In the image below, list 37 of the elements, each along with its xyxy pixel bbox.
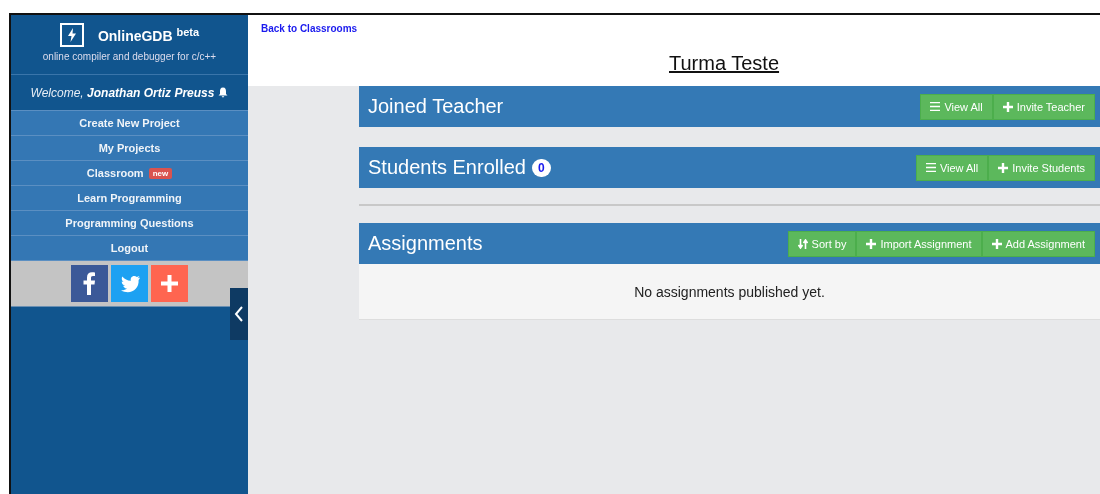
action-button[interactable]: Sort by: [787, 230, 857, 257]
action-button[interactable]: Import Assignment: [856, 230, 982, 257]
logo-name[interactable]: OnlineGDB $^{beta}$: [97, 26, 200, 44]
collapse-tab[interactable]: [230, 288, 248, 340]
plus-icon: [866, 238, 877, 249]
nav-item[interactable]: My Projects: [11, 135, 248, 160]
list-icon: [930, 102, 941, 111]
back-link[interactable]: Back to Classrooms: [261, 23, 358, 34]
action-button[interactable]: Invite Teacher: [992, 93, 1095, 120]
new-badge: new: [148, 167, 173, 179]
page-title: Turma Teste: [669, 52, 780, 75]
nav-item[interactable]: Learn Programming: [11, 185, 248, 210]
logo-icon: [59, 23, 84, 47]
panel-title: Students Enrolled: [368, 156, 526, 179]
plus-icon[interactable]: [151, 265, 188, 302]
empty-message: No assignments published yet.: [634, 283, 825, 300]
twitter-icon[interactable]: [111, 265, 148, 302]
action-button[interactable]: Add Assignment: [981, 230, 1095, 257]
action-button[interactable]: Invite Students: [988, 154, 1095, 181]
welcome-text: Welcome, Jonathan Ortiz Preuss: [30, 85, 215, 100]
sort-icon: [797, 238, 808, 249]
action-button[interactable]: View All: [915, 154, 989, 181]
facebook-icon[interactable]: [71, 265, 108, 302]
plus-icon: [998, 162, 1009, 173]
action-button[interactable]: View All: [920, 93, 993, 120]
nav-item[interactable]: Classroom new: [11, 160, 248, 185]
panel-title: Assignments: [368, 232, 483, 255]
plus-icon: [991, 238, 1002, 249]
list-icon: [925, 163, 936, 172]
count-badge: 0: [531, 158, 551, 177]
nav-item[interactable]: Create New Project: [11, 110, 248, 135]
bell-icon[interactable]: [218, 87, 229, 98]
nav-item[interactable]: Programming Questions: [11, 210, 248, 235]
nav-item[interactable]: Logout: [11, 235, 248, 260]
logo-subtitle: online compiler and debugger for c/c++: [41, 51, 218, 62]
panel-title: Joined Teacher: [368, 95, 504, 118]
plus-icon: [1002, 101, 1013, 112]
